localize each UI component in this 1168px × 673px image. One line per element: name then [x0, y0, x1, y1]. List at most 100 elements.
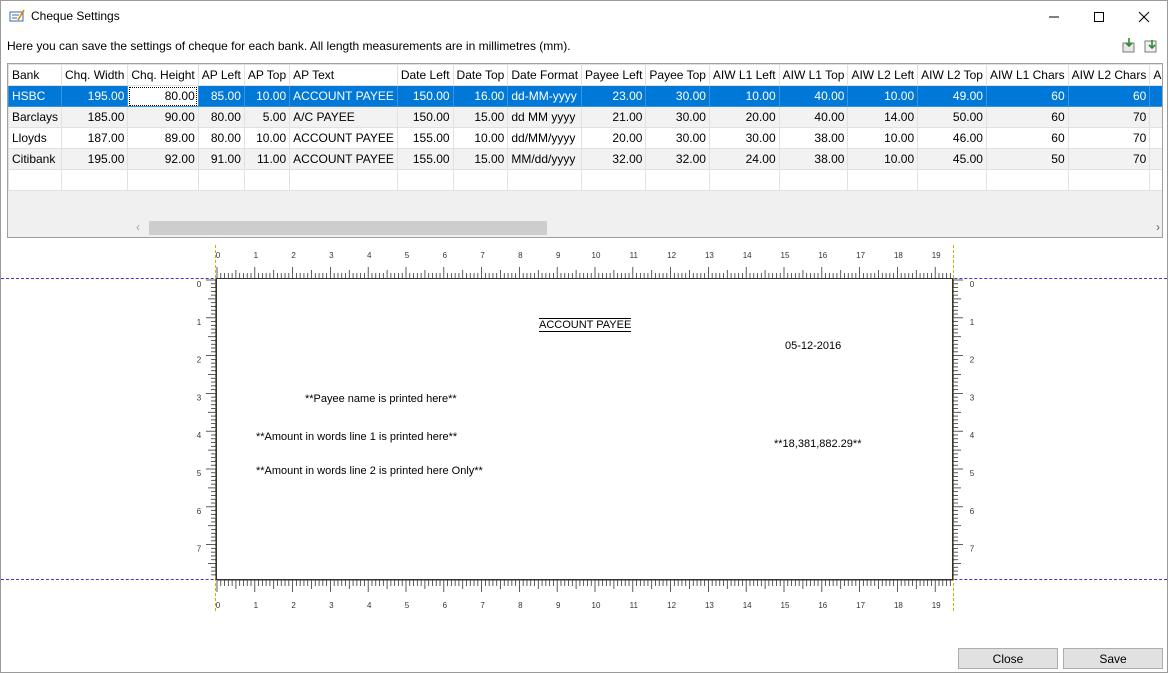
column-header[interactable]: A [1149, 64, 1162, 86]
table-cell[interactable]: 10.00 [243, 127, 291, 149]
table-cell[interactable]: 89.00 [127, 127, 199, 149]
table-cell[interactable]: 30.00 [645, 85, 710, 107]
table-cell[interactable]: 30.00 [645, 106, 710, 128]
minimize-button[interactable] [1031, 1, 1077, 32]
table-cell[interactable]: 80.00 [197, 106, 245, 128]
column-header[interactable]: AP Left [197, 64, 245, 86]
table-cell[interactable] [127, 169, 199, 191]
table-cell[interactable] [1149, 169, 1162, 191]
export-icon[interactable] [1143, 37, 1159, 53]
table-row[interactable]: Lloyds 187.00 89.00 80.00 10.00 ACCOUNT PAYEE… [8, 127, 1162, 149]
table-cell[interactable]: 70 [1067, 148, 1151, 170]
table-cell[interactable]: 21.00 [581, 106, 647, 128]
column-header[interactable]: Chq. Height [127, 64, 199, 86]
table-cell[interactable]: 20.00 [708, 106, 780, 128]
column-header[interactable]: AIW L2 Top [917, 64, 987, 86]
table-cell[interactable]: 60 [1067, 85, 1151, 107]
table-cell[interactable]: 185.00 [61, 106, 129, 128]
column-header[interactable]: AIW L2 Chars [1067, 64, 1151, 86]
table-cell[interactable]: 30.00 [708, 127, 780, 149]
table-cell[interactable] [645, 169, 710, 191]
scroll-right-arrow[interactable]: › [1156, 220, 1160, 234]
table-cell[interactable]: 40.00 [778, 106, 849, 128]
table-cell[interactable]: 150.00 [396, 106, 454, 128]
table-cell[interactable]: ACCOUNT PAYEE [289, 127, 398, 149]
table-cell[interactable]: 80.00 [197, 127, 245, 149]
import-icon[interactable] [1121, 37, 1137, 53]
table-cell[interactable]: 15.00 [452, 106, 509, 128]
column-header[interactable]: Date Top [452, 64, 509, 86]
table-cell[interactable]: 187.00 [61, 127, 129, 149]
table-cell[interactable]: 10.00 [452, 127, 509, 149]
column-header[interactable]: Bank [8, 64, 63, 86]
close-window-button[interactable] [1121, 1, 1167, 32]
table-cell[interactable] [778, 169, 849, 191]
table-cell[interactable]: 14.00 [847, 106, 919, 128]
table-cell[interactable] [61, 169, 129, 191]
maximize-button[interactable] [1076, 1, 1122, 32]
column-header[interactable]: AIW L1 Left [708, 64, 780, 86]
table-cell[interactable]: Citibank [8, 148, 63, 170]
table-cell[interactable]: 155.00 [396, 127, 454, 149]
table-cell[interactable]: 11.00 [243, 148, 291, 170]
table-cell[interactable]: 70 [1067, 127, 1151, 149]
table-cell[interactable]: 45.00 [917, 148, 987, 170]
table-cell[interactable]: 90.00 [127, 106, 199, 128]
column-header[interactable]: AIW L2 Left [847, 64, 919, 86]
table-cell[interactable]: A/C PAYEE [289, 106, 398, 128]
table-cell[interactable]: 10.00 [243, 85, 291, 107]
save-button[interactable]: Save [1063, 648, 1163, 669]
table-cell[interactable]: 10.00 [847, 127, 919, 149]
table-cell[interactable] [197, 169, 245, 191]
table-cell[interactable] [1149, 106, 1162, 128]
table-cell[interactable] [452, 169, 509, 191]
table-cell[interactable]: 20.00 [581, 127, 647, 149]
table-cell[interactable]: 80.00 [127, 85, 199, 107]
table-cell[interactable] [289, 169, 398, 191]
column-header[interactable]: Chq. Width [61, 64, 129, 86]
table-cell[interactable]: 10.00 [708, 85, 780, 107]
table-cell[interactable]: ACCOUNT PAYEE [289, 148, 398, 170]
table-cell[interactable] [917, 169, 987, 191]
table-row[interactable]: Citibank 195.00 92.00 91.00 11.00 ACCOUNT PAY… [8, 148, 1162, 170]
table-cell[interactable]: 50 [985, 148, 1069, 170]
table-cell[interactable]: 60 [985, 127, 1069, 149]
table-cell[interactable]: 150.00 [396, 85, 454, 107]
column-header[interactable]: Date Format [507, 64, 583, 86]
column-header[interactable]: Payee Top [645, 64, 710, 86]
table-cell[interactable]: 195.00 [61, 148, 129, 170]
table-cell[interactable]: 32.00 [581, 148, 647, 170]
table-cell[interactable]: 70 [1067, 106, 1151, 128]
table-cell[interactable]: 38.00 [778, 148, 849, 170]
table-cell[interactable]: 60 [985, 85, 1069, 107]
new-row[interactable] [8, 169, 1162, 191]
close-button[interactable]: Close [958, 648, 1058, 669]
table-cell[interactable]: 15.00 [452, 148, 509, 170]
table-cell[interactable]: MM/dd/yyyy [507, 148, 583, 170]
table-cell[interactable]: 49.00 [917, 85, 987, 107]
table-cell[interactable] [1149, 127, 1162, 149]
table-cell[interactable] [847, 169, 919, 191]
table-cell[interactable]: 16.00 [452, 85, 509, 107]
column-header[interactable]: AIW L1 Top [778, 64, 849, 86]
column-header[interactable]: AP Text [289, 64, 398, 86]
column-header[interactable]: AIW L1 Chars [985, 64, 1069, 86]
table-cell[interactable]: Barclays [8, 106, 63, 128]
table-cell[interactable]: 10.00 [847, 148, 919, 170]
scroll-left-arrow[interactable]: ‹ [136, 220, 140, 234]
table-cell[interactable]: 92.00 [127, 148, 199, 170]
table-cell[interactable]: dd/MM/yyyy [507, 127, 583, 149]
table-cell[interactable]: 46.00 [917, 127, 987, 149]
table-cell[interactable]: 50.00 [917, 106, 987, 128]
column-header[interactable]: Date Left [396, 64, 454, 86]
table-cell[interactable]: 5.00 [243, 106, 291, 128]
table-cell[interactable] [1067, 169, 1151, 191]
table-cell[interactable] [243, 169, 291, 191]
table-cell[interactable] [507, 169, 583, 191]
table-cell[interactable] [985, 169, 1069, 191]
title-bar[interactable]: Cheque Settings [1, 1, 1167, 32]
table-cell[interactable]: dd MM yyyy [507, 106, 583, 128]
table-cell[interactable]: 38.00 [778, 127, 849, 149]
table-cell[interactable] [1149, 85, 1162, 107]
table-cell[interactable]: 32.00 [645, 148, 710, 170]
